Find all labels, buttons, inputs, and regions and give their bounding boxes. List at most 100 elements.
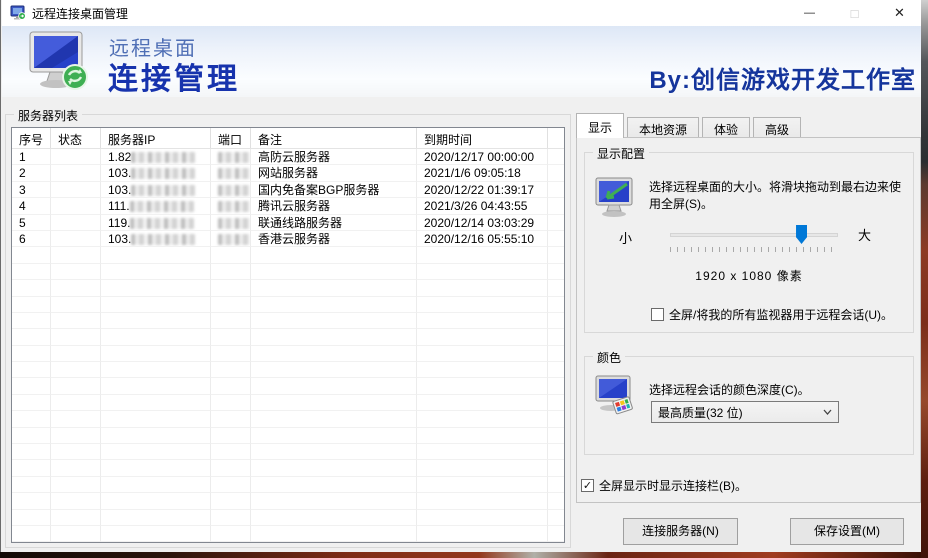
tab-local-resources[interactable]: 本地资源 (627, 117, 699, 138)
cell-port (211, 346, 251, 362)
cell-port (211, 362, 251, 378)
display-config-label: 显示配置 (593, 145, 649, 162)
masked-ip (131, 168, 195, 179)
table-row[interactable]: 4 111. 腾讯云服务器 2021/3/26 04:43:55 (12, 198, 564, 214)
cell-status (51, 460, 101, 476)
cell-expiry (417, 313, 548, 329)
cell-note (251, 460, 417, 476)
cell-ip (101, 428, 211, 444)
cell-filler (548, 428, 564, 444)
maximize-icon: □ (851, 6, 859, 21)
cell-note (251, 510, 417, 526)
cell-note (251, 329, 417, 345)
slider-thumb[interactable] (796, 225, 807, 244)
table-row[interactable]: 5 119. 联通线路服务器 2020/12/14 03:03:29 (12, 215, 564, 231)
slider-track[interactable] (670, 233, 838, 237)
table-row-empty[interactable] (12, 428, 564, 444)
close-button[interactable]: ✕ (877, 0, 922, 26)
color-depth-select[interactable]: 最高质量(32 位) (651, 401, 839, 423)
table-row-empty[interactable] (12, 477, 564, 493)
cell-index (12, 460, 51, 476)
col-header-index[interactable]: 序号 (12, 128, 51, 148)
cell-status (51, 313, 101, 329)
cell-filler (548, 460, 564, 476)
cell-port (211, 428, 251, 444)
color-group: 颜色 选择远程会话的颜色深度(C)。 最高质量(32 位) (584, 356, 914, 455)
table-row[interactable]: 3 103. 国内免备案BGP服务器 2020/12/22 01:39:17 (12, 182, 564, 198)
connection-bar-checkbox-row[interactable]: ✓ 全屏显示时显示连接栏(B)。 (581, 477, 747, 494)
table-row-empty[interactable] (12, 297, 564, 313)
cell-status (51, 378, 101, 394)
cell-expiry: 2020/12/16 05:55:10 (417, 231, 548, 247)
table-row-empty[interactable] (12, 395, 564, 411)
table-row-empty[interactable] (12, 444, 564, 460)
cell-filler (548, 182, 564, 198)
masked-port (218, 152, 251, 163)
table-row-empty[interactable] (12, 378, 564, 394)
table-row-empty[interactable] (12, 329, 564, 345)
maximize-button[interactable]: □ (832, 0, 877, 26)
cell-index: 6 (12, 231, 51, 247)
table-row-empty[interactable] (12, 346, 564, 362)
header-title: 连接管理 (108, 54, 240, 98)
cell-ip (101, 362, 211, 378)
cell-index (12, 395, 51, 411)
connect-server-button[interactable]: 连接服务器(N) (623, 518, 738, 545)
cell-expiry (417, 493, 548, 509)
table-row[interactable]: 1 1.82 高防云服务器 2020/12/17 00:00:00 (12, 149, 564, 165)
all-monitors-checkbox[interactable] (651, 308, 664, 321)
cell-expiry (417, 526, 548, 542)
col-header-expiry[interactable]: 到期时间 (417, 128, 548, 148)
table-row-empty[interactable] (12, 460, 564, 476)
cell-ip (101, 510, 211, 526)
table-row-empty[interactable] (12, 510, 564, 526)
cell-filler (548, 198, 564, 214)
minimize-button[interactable]: — (787, 0, 832, 26)
cell-port (211, 510, 251, 526)
table-row[interactable]: 6 103. 香港云服务器 2020/12/16 05:55:10 (12, 231, 564, 247)
cell-port (211, 378, 251, 394)
tab-display[interactable]: 显示 (576, 113, 624, 138)
all-monitors-checkbox-row[interactable]: 全屏/将我的所有监视器用于远程会话(U)。 (651, 306, 893, 323)
table-row-empty[interactable] (12, 280, 564, 296)
cell-port (211, 395, 251, 411)
cell-status (51, 231, 101, 247)
connection-bar-checkbox[interactable]: ✓ (581, 479, 594, 492)
size-slider[interactable] (670, 225, 838, 251)
cell-port (211, 198, 251, 214)
cell-ip (101, 477, 211, 493)
save-settings-button[interactable]: 保存设置(M) (790, 518, 904, 545)
tab-experience[interactable]: 体验 (702, 117, 750, 138)
col-header-port[interactable]: 端口 (211, 128, 251, 148)
cell-filler (548, 444, 564, 460)
cell-expiry (417, 264, 548, 280)
app-icon (10, 5, 26, 21)
server-list-label: 服务器列表 (14, 107, 82, 124)
title-bar: 远程连接桌面管理 — □ ✕ (2, 0, 922, 26)
table-row-empty[interactable] (12, 247, 564, 263)
col-header-note[interactable]: 备注 (251, 128, 417, 148)
cell-port (211, 231, 251, 247)
table-row-empty[interactable] (12, 411, 564, 427)
cell-port (211, 247, 251, 263)
server-table[interactable]: 序号 状态 服务器IP 端口 备注 到期时间 1 1.82 高防云服务器 202… (11, 127, 565, 543)
cell-index (12, 378, 51, 394)
table-row-empty[interactable] (12, 264, 564, 280)
masked-port (218, 185, 251, 196)
table-row-empty[interactable] (12, 526, 564, 542)
table-row-empty[interactable] (12, 362, 564, 378)
cell-ip (101, 329, 211, 345)
table-row-empty[interactable] (12, 493, 564, 509)
table-row-empty[interactable] (12, 313, 564, 329)
col-header-status[interactable]: 状态 (51, 128, 101, 148)
table-row[interactable]: 2 103. 网站服务器 2021/1/6 09:05:18 (12, 165, 564, 181)
cell-filler (548, 264, 564, 280)
col-header-ip[interactable]: 服务器IP (101, 128, 211, 148)
cell-filler (548, 493, 564, 509)
display-size-icon (594, 177, 638, 219)
col-header-filler (548, 128, 564, 148)
tab-advanced[interactable]: 高级 (753, 117, 801, 138)
cell-port (211, 280, 251, 296)
masked-ip (130, 218, 194, 229)
cell-note: 国内免备案BGP服务器 (251, 182, 417, 198)
